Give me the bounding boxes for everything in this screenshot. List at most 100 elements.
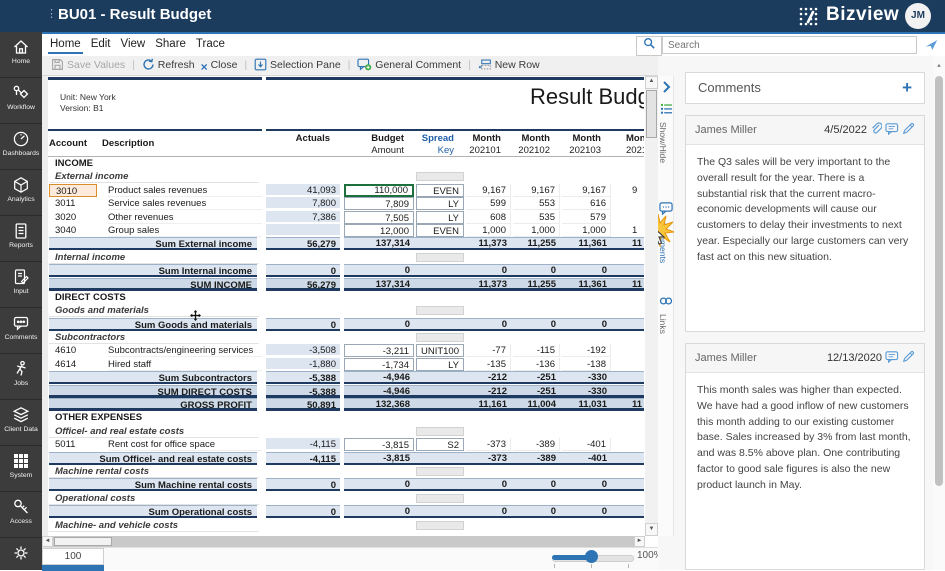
attachment-icon[interactable] <box>867 122 883 136</box>
cell-month-202101[interactable]: 599 <box>466 197 511 211</box>
sidebar-item-home[interactable]: Home <box>0 32 42 78</box>
search-input[interactable] <box>662 36 917 54</box>
scroll-down-arrow[interactable]: ▼ <box>645 523 658 536</box>
cell-month-202102[interactable]: -136 <box>513 357 560 371</box>
sidebar-item-jobs[interactable]: Jobs <box>0 354 42 400</box>
cell-budget-amount[interactable]: 12,000 <box>344 223 414 237</box>
cell-budget-amount[interactable]: 7,505 <box>344 210 414 224</box>
sidebar-item-analytics[interactable]: Analytics <box>0 170 42 216</box>
cell-spread-key[interactable]: EVEN <box>416 183 464 197</box>
menu-item-edit[interactable]: Edit <box>89 35 113 52</box>
cell-month-202102[interactable]: 1,000 <box>513 223 560 237</box>
rail-item-links[interactable]: Links <box>658 294 674 334</box>
menu-item-home[interactable]: Home <box>48 35 83 54</box>
cell-budget-amount[interactable]: 7,809 <box>344 197 414 211</box>
toolbar-button-general-comment[interactable]: General Comment <box>357 56 461 75</box>
side-rail: Show/Hide Comments Links <box>658 76 675 536</box>
edit-icon[interactable] <box>899 351 915 364</box>
cell-spread-key[interactable]: LY <box>416 357 464 371</box>
scroll-thumb[interactable] <box>54 537 112 546</box>
cell-account[interactable]: 4610 <box>49 344 97 357</box>
comments-scrollbar[interactable]: ▲ <box>933 56 945 570</box>
spread-key-ghost <box>416 426 464 436</box>
toolbar-button-refresh[interactable]: Refresh <box>142 56 195 75</box>
comment-icon[interactable] <box>882 351 899 364</box>
cell-month-202103[interactable]: 9,167 <box>562 183 611 197</box>
scroll-right-arrow[interactable]: ► <box>634 536 645 547</box>
cell-budget-amount[interactable]: -3,815 <box>344 438 414 452</box>
menu-item-view[interactable]: View <box>119 35 148 52</box>
cell-actuals-sum: 0 <box>266 317 340 331</box>
scroll-left-arrow[interactable]: ◄ <box>42 536 53 547</box>
cell-month-202102[interactable]: 535 <box>513 210 560 224</box>
cell-month-202104[interactable]: 9 <box>632 184 644 197</box>
sidebar-item-workflow[interactable]: Workflow <box>0 78 42 124</box>
cell-month-202102[interactable]: -115 <box>513 344 560 358</box>
cell-account[interactable]: 3011 <box>49 197 97 210</box>
cell-month-202103[interactable]: 616 <box>562 197 611 211</box>
cell-budget-amount[interactable]: 110,000 <box>344 183 414 197</box>
sidebar-item-system[interactable]: System <box>0 446 42 492</box>
group-label: Operational costs <box>49 492 259 505</box>
cell-spread-key[interactable]: UNIT100 <box>416 344 464 358</box>
cell-month-202103[interactable]: 579 <box>562 210 611 224</box>
cell-account[interactable]: 3040 <box>49 224 97 237</box>
cell-month-202101[interactable]: 9,167 <box>466 183 511 197</box>
cell-month-202104[interactable]: 1 <box>632 224 644 237</box>
cell-month-202101[interactable]: 608 <box>466 210 511 224</box>
rail-item-show-hide[interactable]: Show/Hide <box>658 102 674 163</box>
cell-account[interactable]: 3020 <box>49 211 97 224</box>
cell-spread-key[interactable]: LY <box>416 197 464 211</box>
cell-month-202103[interactable]: -192 <box>562 344 611 358</box>
cell-month-202101[interactable]: -135 <box>466 357 511 371</box>
cell-month-202101-sum: 11,373 <box>478 278 507 290</box>
cell-budget-amount[interactable]: -1,734 <box>344 357 414 371</box>
page-value-box[interactable]: 100 <box>42 548 104 565</box>
sidebar-item-dashboards[interactable]: Dashboards <box>0 124 42 170</box>
cell-spread-key[interactable]: S2 <box>416 438 464 452</box>
cell-month-202102[interactable]: 553 <box>513 197 560 211</box>
toolbar-button-label: Selection Pane <box>270 59 341 71</box>
cell-spread-key[interactable]: EVEN <box>416 223 464 237</box>
cell-month-202103[interactable]: -401 <box>562 438 611 452</box>
cell-month-202102[interactable]: -389 <box>513 438 560 452</box>
sidebar-item-input[interactable]: Input <box>0 262 42 308</box>
send-icon[interactable] <box>925 38 938 56</box>
cell-month-202101[interactable]: 1,000 <box>466 223 511 237</box>
search-button[interactable] <box>636 36 662 56</box>
sidebar-item-settings[interactable] <box>0 538 42 570</box>
cell-budget-amount[interactable]: -3,211 <box>344 344 414 358</box>
cell-month-202103[interactable]: -138 <box>562 357 611 371</box>
add-comment-button[interactable]: + <box>902 73 912 103</box>
zoom-slider-thumb[interactable] <box>585 550 598 563</box>
sidebar-item-label: Dashboards <box>2 150 40 157</box>
cell-month-202101[interactable]: -373 <box>466 438 511 452</box>
sheet-vertical-scrollbar[interactable]: ▲ ▼ <box>645 76 658 536</box>
sidebar-item-comments[interactable]: Comments <box>0 308 42 354</box>
cell-month-202102[interactable]: 9,167 <box>513 183 560 197</box>
avatar[interactable]: JM <box>905 3 931 29</box>
menu-item-share[interactable]: Share <box>153 35 188 52</box>
sidebar-item-client-data[interactable]: Client Data <box>0 400 42 446</box>
sheet-horizontal-scrollbar[interactable]: ◄ ► <box>42 536 645 547</box>
cell-account[interactable]: 4614 <box>49 358 97 371</box>
toolbar-button-new-row[interactable]: New Row <box>478 56 540 75</box>
collapse-chevron-icon[interactable] <box>658 80 674 98</box>
sidebar-item-access[interactable]: Access <box>0 492 42 538</box>
cell-spread-key[interactable]: LY <box>416 210 464 224</box>
scroll-thumb[interactable] <box>646 90 657 138</box>
cell-month-202103[interactable]: 1,000 <box>562 223 611 237</box>
edit-icon[interactable] <box>899 123 915 136</box>
cell-account[interactable]: 5011 <box>49 438 97 451</box>
sidebar-item-reports[interactable]: Reports <box>0 216 42 262</box>
menu-item-trace[interactable]: Trace <box>194 35 227 52</box>
scroll-up-arrow[interactable]: ▲ <box>645 76 658 89</box>
cell-account[interactable]: 3010 <box>49 183 97 197</box>
toolbar-button-selection-pane[interactable]: Selection Pane <box>254 56 341 75</box>
cell-month-202101[interactable]: -77 <box>466 344 511 358</box>
toolbar-button-save-values[interactable]: Save Values <box>51 56 125 75</box>
comment-icon[interactable] <box>882 123 899 136</box>
toolbar-button-close[interactable]: × Close <box>201 56 238 77</box>
scroll-up-arrow[interactable]: ▲ <box>934 62 944 72</box>
scroll-thumb[interactable] <box>935 76 943 486</box>
